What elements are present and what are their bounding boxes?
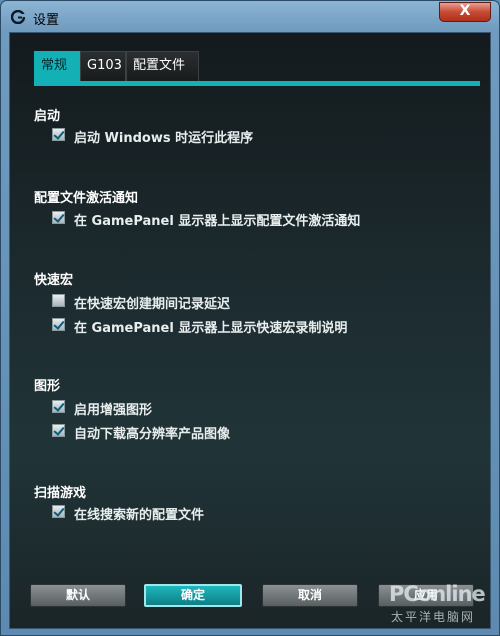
cancel-button[interactable]: 取消	[262, 584, 358, 607]
checkbox-macro-instructions[interactable]	[52, 318, 65, 331]
tab-g103-label: G103	[87, 58, 122, 73]
tab-underline	[34, 81, 480, 86]
tab-general[interactable]: 常规	[34, 51, 80, 81]
checkbox-search-profiles-online[interactable]	[52, 505, 65, 518]
tab-profiles-label: 配置文件	[133, 58, 186, 73]
logitech-logo-icon	[11, 10, 25, 24]
settings-window: 设置 X 常规 G103 配置文件 启动 启动 Windows 时运行此程序 配…	[0, 0, 500, 636]
default-button[interactable]: 默认	[30, 584, 126, 607]
option-label: 启用增强图形	[74, 403, 153, 418]
option-label: 自动下载高分辨率产品图像	[74, 427, 231, 442]
tab-general-label: 常规	[41, 58, 68, 73]
section-title-scan-games: 扫描游戏	[34, 486, 87, 501]
close-button[interactable]: X	[439, 2, 491, 22]
checkbox-enhanced-graphics[interactable]	[52, 400, 65, 413]
section-title-graphics: 图形	[34, 379, 61, 394]
tab-g103[interactable]: G103	[80, 51, 126, 81]
ok-button[interactable]: 确定	[144, 584, 242, 607]
checkbox-profile-notification[interactable]	[52, 211, 65, 224]
section-title-profile-notification: 配置文件激活通知	[34, 191, 139, 206]
option-label: 在 GamePanel 显示器上显示快速宏录制说明	[74, 321, 348, 336]
section-title-quick-macro: 快速宏	[34, 273, 74, 288]
option-label: 在 GamePanel 显示器上显示配置文件激活通知	[74, 214, 361, 229]
apply-button[interactable]: 应用	[378, 584, 474, 607]
section-title-startup: 启动	[34, 109, 61, 124]
checkbox-record-delays[interactable]	[52, 294, 65, 307]
settings-panel: 常规 G103 配置文件 启动 启动 Windows 时运行此程序 配置文件激活…	[9, 32, 491, 629]
option-label: 在线搜索新的配置文件	[74, 508, 205, 523]
checkbox-run-at-startup[interactable]	[52, 128, 65, 141]
close-icon: X	[459, 3, 471, 19]
window-title: 设置	[33, 13, 60, 28]
option-label: 在快速宏创建期间记录延迟	[74, 297, 231, 312]
tab-profiles[interactable]: 配置文件	[126, 51, 199, 81]
title-bar[interactable]: 设置 X	[1, 1, 499, 33]
option-label: 启动 Windows 时运行此程序	[74, 131, 254, 146]
checkbox-download-images[interactable]	[52, 424, 65, 437]
